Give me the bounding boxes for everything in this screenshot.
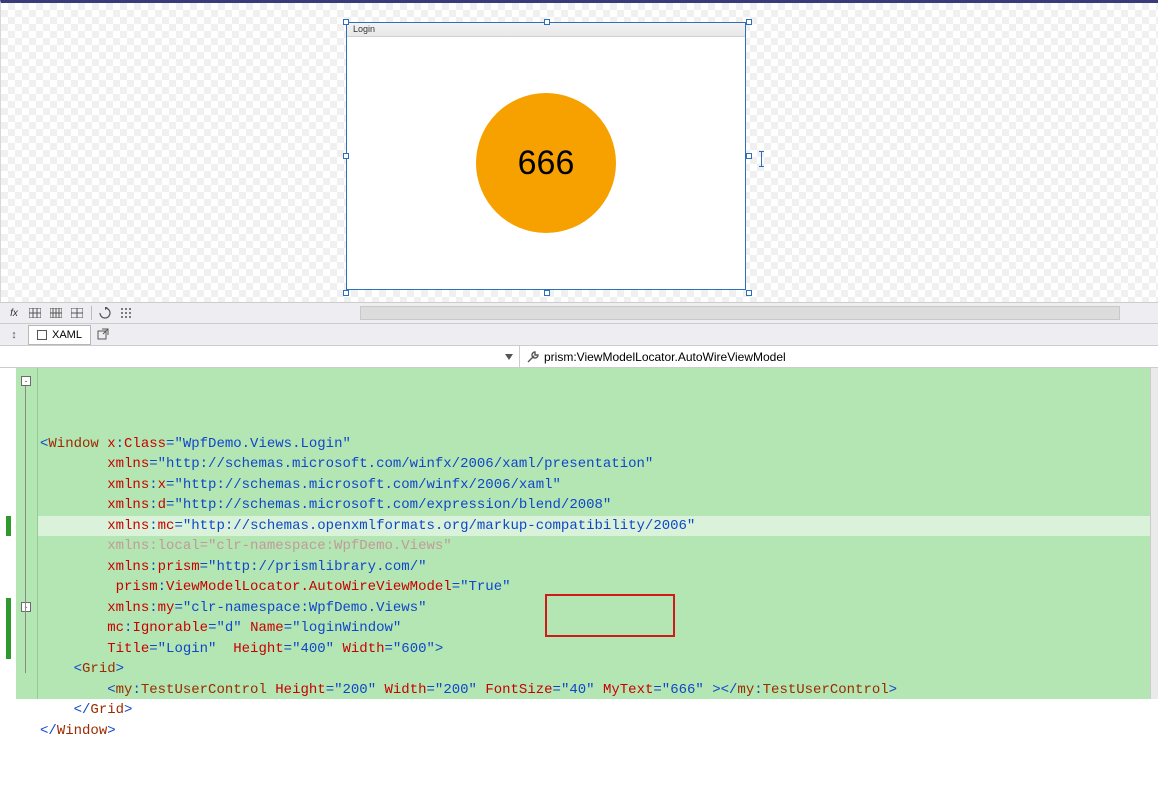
snap-grid-icon[interactable]: [116, 304, 136, 322]
toolbar-separator: [88, 304, 94, 322]
code-line[interactable]: <Grid>: [40, 659, 1154, 680]
preview-window-client: 666: [347, 37, 745, 289]
fold-toggle[interactable]: -: [21, 602, 31, 612]
dropdown-arrow-icon[interactable]: [503, 351, 515, 363]
code-line[interactable]: xmlns:mc="http://schemas.openxmlformats.…: [40, 516, 1154, 537]
preview-window-titlebar: Login: [347, 23, 745, 37]
code-line[interactable]: xmlns:x="http://schemas.microsoft.com/wi…: [40, 475, 1154, 496]
selection-handle[interactable]: [343, 19, 349, 25]
code-line[interactable]: prism:ViewModelLocator.AutoWireViewModel…: [40, 577, 1154, 598]
xaml-breadcrumb-bar: prism:ViewModelLocator.AutoWireViewModel: [0, 346, 1158, 368]
designer-toolbar: fx: [0, 302, 1158, 324]
test-user-control-circle[interactable]: 666: [476, 93, 616, 233]
adorner-caret: [761, 151, 762, 167]
selection-handle[interactable]: [544, 19, 550, 25]
code-line[interactable]: xmlns:prism="http://prismlibrary.com/": [40, 557, 1154, 578]
selection-handle[interactable]: [343, 153, 349, 159]
breadcrumb-right[interactable]: prism:ViewModelLocator.AutoWireViewModel: [520, 346, 1158, 367]
swap-panes-icon[interactable]: ↕: [6, 327, 22, 343]
selection-handle[interactable]: [746, 290, 752, 296]
designer-canvas[interactable]: Login 666: [0, 0, 1158, 302]
code-line[interactable]: <Window x:Class="WpfDemo.Views.Login": [40, 434, 1154, 455]
code-line[interactable]: </Grid>: [40, 700, 1154, 721]
xaml-tabstrip: ↕ XAML: [0, 324, 1158, 346]
code-line[interactable]: xmlns:local="clr-namespace:WpfDemo.Views…: [40, 536, 1154, 557]
code-line[interactable]: mc:Ignorable="d" Name="loginWindow": [40, 618, 1154, 639]
refresh-icon[interactable]: [95, 304, 115, 322]
code-line[interactable]: Title="Login" Height="400" Width="600">: [40, 639, 1154, 660]
code-editor[interactable]: -- <Window x:Class="WpfDemo.Views.Login"…: [0, 368, 1158, 699]
selection-handle[interactable]: [343, 290, 349, 296]
grid-layout-2-icon[interactable]: [46, 304, 66, 322]
code-line[interactable]: xmlns:d="http://schemas.microsoft.com/ex…: [40, 495, 1154, 516]
xaml-tab-icon: [37, 330, 47, 340]
change-marker-margin: [0, 368, 16, 699]
preview-window[interactable]: Login 666: [346, 22, 746, 290]
grid-layout-3-icon[interactable]: [67, 304, 87, 322]
vertical-scrollbar[interactable]: [1150, 368, 1158, 699]
breadcrumb-left[interactable]: [0, 346, 520, 367]
wrench-icon: [526, 350, 540, 364]
code-line[interactable]: </Window>: [40, 721, 1154, 742]
breadcrumb-path: prism:ViewModelLocator.AutoWireViewModel: [544, 350, 786, 364]
tab-xaml[interactable]: XAML: [28, 325, 91, 345]
popout-icon[interactable]: [97, 328, 111, 342]
fold-gutter[interactable]: --: [16, 368, 38, 699]
horizontal-scrollbar[interactable]: [360, 306, 1120, 320]
fx-button[interactable]: fx: [4, 304, 24, 322]
selection-handle[interactable]: [544, 290, 550, 296]
code-text[interactable]: <Window x:Class="WpfDemo.Views.Login" xm…: [38, 368, 1158, 699]
fold-toggle[interactable]: -: [21, 376, 31, 386]
code-line[interactable]: <my:TestUserControl Height="200" Width="…: [40, 680, 1154, 701]
grid-layout-1-icon[interactable]: [25, 304, 45, 322]
tab-label: XAML: [52, 329, 82, 341]
selection-handle[interactable]: [746, 19, 752, 25]
code-line[interactable]: xmlns="http://schemas.microsoft.com/winf…: [40, 454, 1154, 475]
selection-handle[interactable]: [746, 153, 752, 159]
code-line[interactable]: xmlns:my="clr-namespace:WpfDemo.Views": [40, 598, 1154, 619]
